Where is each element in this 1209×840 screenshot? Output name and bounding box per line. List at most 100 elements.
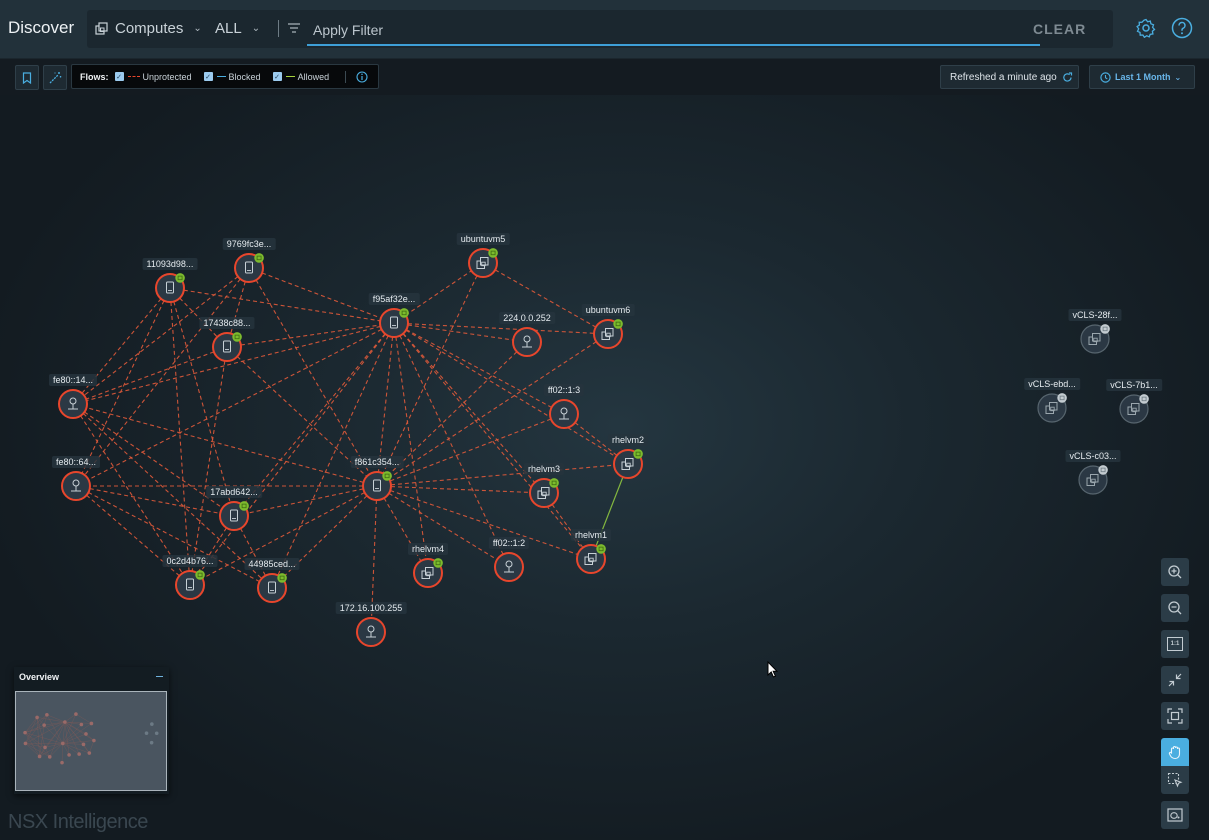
graph-node[interactable]	[413, 558, 443, 588]
graph-node[interactable]	[494, 552, 524, 582]
node-label: ff02::1:2	[488, 537, 530, 549]
graph-node[interactable]	[529, 478, 559, 508]
node-label: rhelvm3	[523, 463, 565, 475]
minimap-edge	[62, 721, 66, 744]
unprotected-flow-edge[interactable]	[393, 322, 429, 574]
node-label: ubuntuvm5	[456, 233, 510, 245]
status-badge-icon	[195, 570, 205, 580]
graph-node[interactable]	[212, 332, 242, 362]
unprotected-flow-edge[interactable]	[376, 485, 429, 574]
collapse-button[interactable]	[1161, 666, 1189, 694]
status-badge-icon	[433, 558, 443, 568]
unprotected-flow-edge[interactable]	[271, 485, 378, 589]
unprotected-flow-edge[interactable]	[393, 322, 609, 335]
unprotected-flow-edge[interactable]	[75, 485, 273, 589]
unprotected-flow-edge[interactable]	[248, 267, 378, 487]
overview-panel: Overview	[14, 667, 169, 794]
node-label: 9769fc3e...	[222, 238, 276, 250]
unprotected-flow-edge[interactable]	[393, 322, 510, 568]
unprotected-flow-edge[interactable]	[393, 322, 528, 343]
node-label: ff02::1:3	[543, 384, 585, 396]
status-badge-icon	[254, 253, 264, 263]
fit-to-screen-button[interactable]	[1161, 702, 1189, 730]
actual-size-button[interactable]: 1:1	[1161, 630, 1189, 658]
node-label: 172.16.100.255	[335, 602, 407, 614]
unprotected-flow-edge[interactable]	[189, 485, 378, 586]
overview-map-icon	[1167, 808, 1183, 822]
zoom-in-button[interactable]	[1161, 558, 1189, 586]
minimap-node	[154, 731, 159, 736]
minimap-node	[144, 731, 149, 735]
status-badge-icon	[1098, 465, 1108, 475]
minimize-icon[interactable]	[156, 676, 163, 677]
status-badge-icon	[382, 471, 392, 481]
minimap-node	[23, 730, 27, 735]
graph-node[interactable]	[1078, 465, 1108, 495]
unprotected-flow-edge[interactable]	[376, 485, 545, 494]
status-badge-icon	[239, 501, 249, 511]
unprotected-flow-edge[interactable]	[189, 346, 228, 586]
graph-node[interactable]	[1080, 324, 1110, 354]
minimap-edge	[46, 714, 63, 744]
graph-node[interactable]	[362, 471, 392, 501]
mouse-cursor-icon	[767, 661, 778, 678]
node-label: vCLS-7b1...	[1106, 379, 1162, 391]
minimap-edge	[62, 743, 70, 755]
pan-mode-button[interactable]	[1161, 738, 1189, 766]
minimap-node	[37, 754, 42, 759]
minimap-node	[149, 740, 154, 745]
status-badge-icon	[277, 573, 287, 583]
node-label: f95af32e...	[368, 293, 420, 305]
minimap-node	[74, 712, 78, 716]
graph-node[interactable]	[468, 248, 498, 278]
status-badge-icon	[488, 248, 498, 258]
marquee-select-icon	[1167, 772, 1183, 788]
minimap-node	[47, 755, 52, 759]
graph-node[interactable]	[58, 389, 88, 419]
node-label: 224.0.0.252	[499, 312, 555, 324]
graph-node[interactable]	[576, 544, 606, 574]
unprotected-flow-edge[interactable]	[189, 322, 395, 586]
graph-node[interactable]	[155, 273, 185, 303]
graph-node[interactable]	[1037, 393, 1067, 423]
graph-node[interactable]	[257, 573, 287, 603]
node-label: f861c354...	[350, 456, 404, 468]
status-badge-icon	[1139, 394, 1149, 404]
topology-graph[interactable]	[0, 0, 1209, 840]
overview-title: Overview	[19, 672, 60, 682]
node-label: vCLS-c03...	[1065, 450, 1121, 462]
graph-node[interactable]	[234, 253, 264, 283]
graph-node[interactable]	[219, 501, 249, 531]
minimap-node	[45, 712, 49, 717]
graph-node[interactable]	[613, 449, 643, 479]
graph-node[interactable]	[175, 570, 205, 600]
overview-toggle-button[interactable]	[1161, 801, 1189, 829]
zoom-out-button[interactable]	[1161, 594, 1189, 622]
node-label: vCLS-28f...	[1068, 309, 1122, 321]
unprotected-flow-edge[interactable]	[75, 485, 191, 586]
minimap-edge	[89, 740, 95, 754]
node-label: 11093d98...	[142, 258, 198, 270]
graph-node[interactable]	[549, 399, 579, 429]
graph-node[interactable]	[593, 319, 623, 349]
node-label: 17abd642...	[206, 486, 262, 498]
graph-node[interactable]	[356, 617, 386, 647]
allowed-flow-edge[interactable]	[590, 463, 629, 560]
unprotected-flow-edge[interactable]	[72, 403, 378, 487]
graph-node[interactable]	[512, 327, 542, 357]
status-badge-icon	[633, 449, 643, 459]
node-label: vCLS-ebd...	[1024, 378, 1080, 390]
graph-node[interactable]	[379, 308, 409, 338]
minimap-node	[43, 745, 47, 750]
status-badge-icon	[399, 308, 409, 318]
node-label: rhelvm2	[607, 434, 649, 446]
hand-pan-icon	[1168, 745, 1181, 760]
graph-node[interactable]	[1119, 394, 1149, 424]
select-mode-button[interactable]	[1161, 766, 1189, 794]
overview-minimap[interactable]	[15, 691, 167, 791]
status-badge-icon	[1057, 393, 1067, 403]
unprotected-flow-edge[interactable]	[376, 463, 629, 487]
status-badge-icon	[1100, 324, 1110, 334]
graph-node[interactable]	[61, 471, 91, 501]
unprotected-flow-edge[interactable]	[393, 322, 629, 465]
